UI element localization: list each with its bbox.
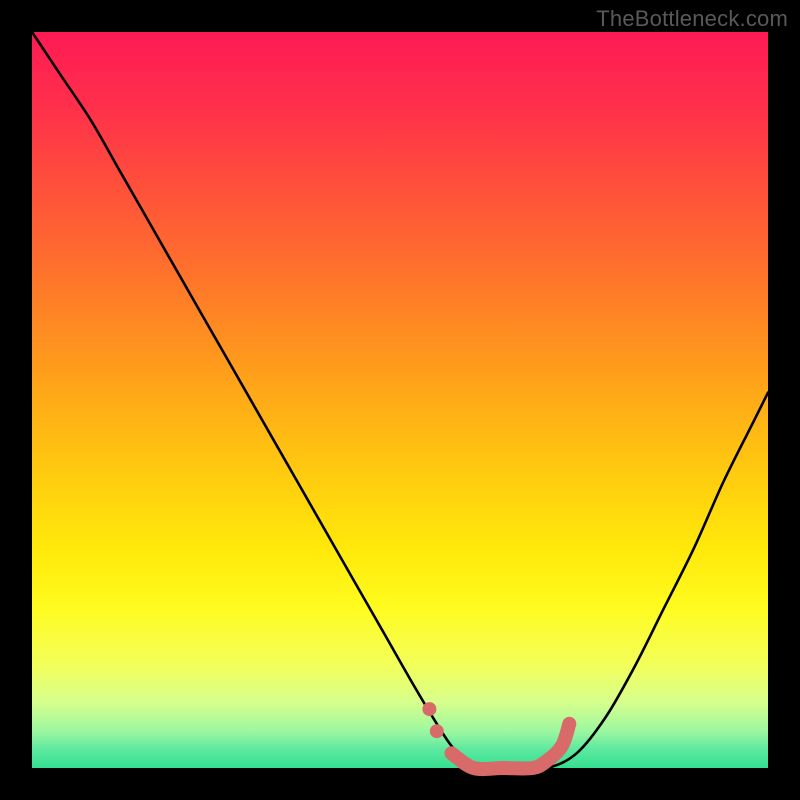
highlight-dot xyxy=(430,724,444,738)
optimal-highlight xyxy=(452,724,570,769)
plot-area xyxy=(32,32,768,768)
bottleneck-curve xyxy=(32,32,768,769)
chart-container: TheBottleneck.com xyxy=(0,0,800,800)
attribution-label: TheBottleneck.com xyxy=(596,6,788,32)
highlight-dot xyxy=(422,702,436,716)
chart-curves xyxy=(32,32,768,768)
